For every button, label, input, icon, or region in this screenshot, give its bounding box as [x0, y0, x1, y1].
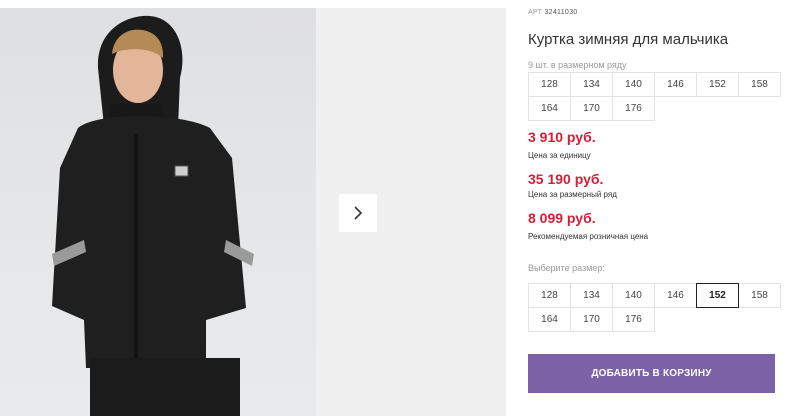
row-price: 35 190 руб.: [528, 171, 604, 187]
chevron-right-icon: [354, 206, 363, 220]
pack-size: 176: [612, 96, 655, 121]
pack-size: 128: [528, 72, 571, 97]
pack-label: 9 шт. в размерном ряду: [528, 60, 627, 70]
size-select-label: Выберите размер:: [528, 263, 605, 273]
row-price-label: Цена за размерный ряд: [528, 190, 617, 199]
pack-size: 146: [654, 72, 697, 97]
sku-label: АРТ: [528, 9, 543, 16]
size-option-128[interactable]: 128: [528, 283, 571, 308]
size-option-164[interactable]: 164: [528, 307, 571, 332]
unit-price: 3 910 руб.: [528, 129, 596, 145]
pack-sizes-grid: 128 134 140 146 152 158 164 170 176: [528, 72, 781, 121]
sku-value: 32411030: [544, 9, 578, 16]
retail-price-label: Рекомендуемая розничная цена: [528, 232, 649, 241]
unit-price-label: Цена за единицу: [528, 151, 591, 160]
retail-price: 8 099 руб.: [528, 210, 596, 226]
product-gallery: [0, 8, 506, 416]
size-option-152-selected[interactable]: 152: [696, 283, 739, 308]
pack-size: 170: [570, 96, 613, 121]
boy-in-jacket-image: [52, 15, 254, 416]
pack-size: 158: [738, 72, 781, 97]
size-select-grid: 128 134 140 146 152 158 164 170 176: [528, 283, 781, 332]
pack-size: 134: [570, 72, 613, 97]
size-option-170[interactable]: 170: [570, 307, 613, 332]
size-option-134[interactable]: 134: [570, 283, 613, 308]
pack-size: 152: [696, 72, 739, 97]
size-option-140[interactable]: 140: [612, 283, 655, 308]
gallery-next-button[interactable]: [339, 194, 377, 232]
pack-size: 140: [612, 72, 655, 97]
size-option-176[interactable]: 176: [612, 307, 655, 332]
product-title: Куртка зимняя для мальчика: [528, 31, 729, 48]
size-option-158[interactable]: 158: [738, 283, 781, 308]
add-to-cart-button[interactable]: ДОБАВИТЬ В КОРЗИНУ: [528, 354, 775, 393]
sku: АРТ 32411030: [528, 9, 577, 16]
product-photo[interactable]: [0, 8, 316, 416]
size-option-146[interactable]: 146: [654, 283, 697, 308]
pack-size: 164: [528, 96, 571, 121]
